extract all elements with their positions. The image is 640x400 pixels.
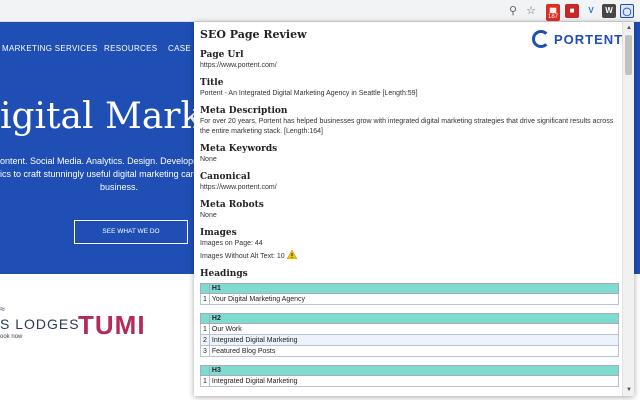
scrollbar-thumb[interactable] xyxy=(625,35,632,75)
h3-header-row: H3 xyxy=(200,365,620,376)
bookmark-star-icon[interactable]: ☆ xyxy=(524,4,538,18)
section-title: Title Portent - An Integrated Digital Ma… xyxy=(200,78,616,99)
hero-subtitle-line3: business. xyxy=(100,182,139,192)
meta-keywords-value: None xyxy=(200,156,217,163)
extension-red-icon[interactable]: ■ xyxy=(565,4,579,18)
h2-header-blank xyxy=(200,313,210,324)
popup-scrollbar[interactable]: ▲ ▼ xyxy=(622,22,634,396)
table-row: 3 Featured Blog Posts xyxy=(200,345,620,357)
headings-label: Headings xyxy=(200,269,248,279)
images-without-alt: Images Without Alt Text: 10 xyxy=(200,253,285,260)
hero-subtitle-line1: ontent. Social Media. Analytics. Design.… xyxy=(0,156,211,166)
portent-logo-text: PORTENT xyxy=(554,32,622,47)
extension-badge: 187 xyxy=(546,13,561,21)
title-label: Title xyxy=(200,78,224,88)
h2-header: H2 xyxy=(208,313,620,324)
h1-header-blank xyxy=(200,283,210,294)
meta-robots-value: None xyxy=(200,212,217,219)
h1-header: H1 xyxy=(208,283,620,294)
row-number: 1 xyxy=(200,323,210,335)
section-meta-keywords: Meta Keywords None xyxy=(200,144,616,165)
row-text: Your Digital Marketing Agency xyxy=(208,293,620,305)
canonical-label: Canonical xyxy=(200,172,251,182)
extension-wordpress-icon[interactable]: W xyxy=(602,4,616,18)
meta-description-label: Meta Description xyxy=(200,106,288,116)
images-without-alt-row: Images Without Alt Text: 10 xyxy=(200,250,616,262)
logo-lodges-subtext: ook now xyxy=(0,334,23,340)
browser-toolbar: ⚲ ☆ ▦ 187 ■ V W ◯ xyxy=(0,0,640,22)
table-row: 1 Integrated Digital Marketing xyxy=(200,375,620,387)
extension-v-icon[interactable]: V xyxy=(584,4,598,18)
section-page-url: Page Url https://www.portent.com/ xyxy=(200,50,616,71)
portent-logo-icon xyxy=(532,30,550,48)
page-url-label: Page Url xyxy=(200,50,244,60)
section-meta-robots: Meta Robots None xyxy=(200,200,616,221)
row-text: Featured Blog Posts xyxy=(208,345,620,357)
h2-header-row: H2 xyxy=(200,313,620,324)
page-url-value: https://www.portent.com/ xyxy=(200,62,277,69)
row-number: 2 xyxy=(200,334,210,346)
scroll-up-arrow-icon[interactable]: ▲ xyxy=(623,22,634,34)
h1-table: H1 1 Your Digital Marketing Agency xyxy=(200,283,620,305)
nav-marketing-services[interactable]: MARKETING SERVICES xyxy=(2,44,98,53)
table-row: 1 Your Digital Marketing Agency xyxy=(200,293,620,305)
meta-description-value: For over 20 years, Portent has helped bu… xyxy=(200,118,614,135)
section-canonical: Canonical https://www.portent.com/ xyxy=(200,172,616,193)
row-text: Integrated Digital Marketing xyxy=(208,334,620,346)
popup-content: SEO Page Review PORTENT Page Url https:/… xyxy=(194,22,622,396)
scroll-down-arrow-icon[interactable]: ▼ xyxy=(623,384,634,396)
meta-keywords-label: Meta Keywords xyxy=(200,144,278,154)
hero-subtitle-line2: ics to craft stunningly useful digital m… xyxy=(0,169,204,179)
lodges-wave-icon: ≈ xyxy=(0,304,5,314)
warning-icon xyxy=(286,250,297,259)
section-images: Images Images on Page: 44 Images Without… xyxy=(200,228,616,262)
meta-robots-label: Meta Robots xyxy=(200,200,264,210)
section-headings: Headings H1 1 Your Digital Marketing Age… xyxy=(200,269,620,387)
h3-table: H3 1 Integrated Digital Marketing xyxy=(200,365,620,387)
table-row: 2 Integrated Digital Marketing xyxy=(200,334,620,346)
nav-resources[interactable]: RESOURCES xyxy=(104,44,157,53)
images-on-page: Images on Page: 44 xyxy=(200,240,263,247)
see-what-we-do-button[interactable]: SEE WHAT WE DO xyxy=(74,220,188,244)
row-number: 3 xyxy=(200,345,210,357)
canonical-value: https://www.portent.com/ xyxy=(200,184,277,191)
row-text: Integrated Digital Marketing xyxy=(208,375,620,387)
row-number: 1 xyxy=(200,293,210,305)
row-text: Our Work xyxy=(208,323,620,335)
row-number: 1 xyxy=(200,375,210,387)
zoom-icon[interactable]: ⚲ xyxy=(506,4,520,18)
h2-table: H2 1 Our Work 2 Integrated Digital Marke… xyxy=(200,313,620,357)
h1-header-row: H1 xyxy=(200,283,620,294)
table-row: 1 Our Work xyxy=(200,323,620,335)
seo-review-popup: SEO Page Review PORTENT Page Url https:/… xyxy=(194,22,634,396)
logo-tumi: TUMI xyxy=(78,310,146,340)
images-label: Images xyxy=(200,228,237,238)
title-value: Portent - An Integrated Digital Marketin… xyxy=(200,90,418,97)
extension-portent-icon[interactable]: ◯ xyxy=(620,4,634,18)
section-meta-description: Meta Description For over 20 years, Port… xyxy=(200,106,616,137)
h3-header-blank xyxy=(200,365,210,376)
h3-header: H3 xyxy=(208,365,620,376)
logo-lodges-text: S LODGES xyxy=(0,316,80,332)
